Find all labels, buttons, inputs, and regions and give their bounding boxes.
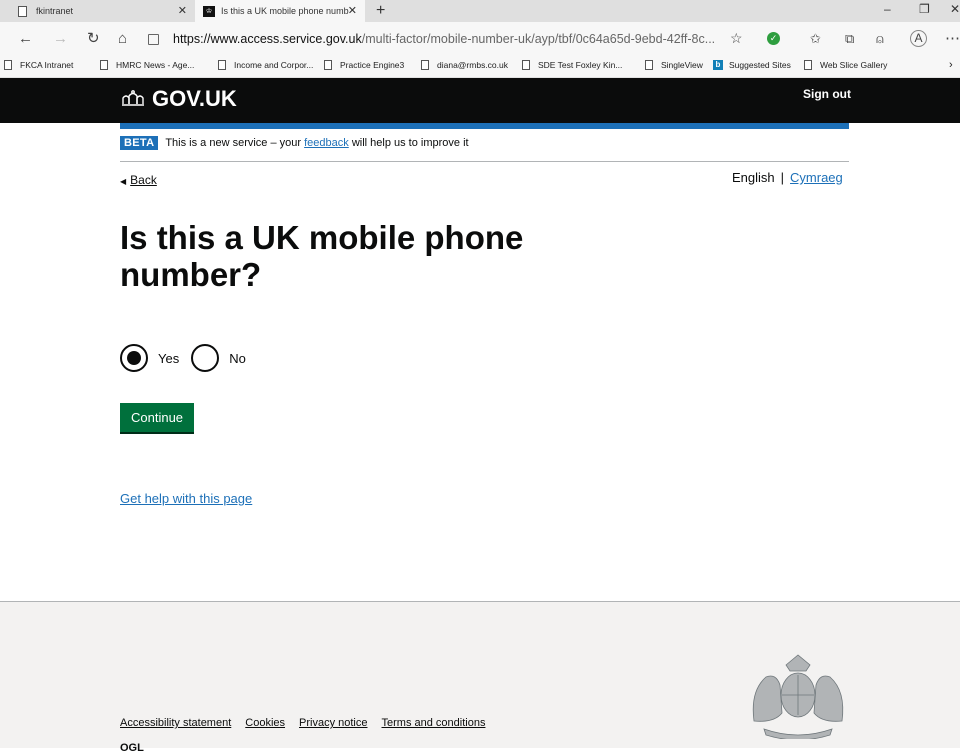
page-icon [522, 60, 530, 70]
back-arrow-icon[interactable]: ← [18, 31, 33, 46]
get-help-link[interactable]: Get help with this page [120, 491, 252, 506]
phase-banner: BETA This is a new service – your feedba… [120, 136, 849, 162]
language-cymraeg-link[interactable]: Cymraeg [790, 170, 843, 185]
minimize-icon[interactable]: – [884, 2, 891, 16]
favorite-item[interactable]: HMRC News - Age... [100, 60, 194, 70]
language-separator: | [780, 170, 785, 185]
browser-tab-bar: fkintranet ✕ ♔ Is this a UK mobile phone… [0, 0, 960, 22]
crown-icon [122, 90, 144, 106]
govuk-header: GOV.UK Sign out [0, 78, 960, 123]
beta-tag: BETA [120, 136, 159, 150]
page-icon [18, 5, 27, 17]
star-icon[interactable]: ☆ [730, 31, 743, 46]
language-english: English [732, 170, 775, 185]
url-path: /multi-factor/mobile-number-uk/ayp/tbf/0… [361, 32, 716, 46]
favorite-item[interactable]: Income and Corpor... [218, 60, 313, 70]
radio-yes-label[interactable]: Yes [158, 351, 179, 366]
profile-icon[interactable]: A [910, 30, 927, 47]
forward-arrow-icon[interactable]: → [53, 31, 68, 46]
browser-tab-active[interactable]: ♔ Is this a UK mobile phone numb ✕ [195, 0, 365, 22]
new-tab-icon[interactable]: + [376, 2, 385, 20]
feedback-link[interactable]: feedback [304, 137, 349, 149]
restore-icon[interactable]: ❐ [919, 2, 930, 16]
phase-banner-text: This is a new service – your feedback wi… [165, 137, 469, 149]
page-icon [324, 60, 332, 70]
radio-no[interactable]: No [191, 344, 246, 372]
tab-title: Is this a UK mobile phone numb [221, 6, 349, 16]
lock-icon [148, 33, 159, 45]
royal-coat-of-arms-icon [752, 654, 844, 739]
chevron-right-icon[interactable]: › [949, 59, 953, 71]
address-bar[interactable]: https://www.access.service.gov.uk/multi-… [148, 28, 778, 50]
favorite-item[interactable]: Practice Engine3 [324, 60, 404, 70]
close-tab-icon[interactable]: ✕ [178, 4, 187, 17]
shield-check-icon[interactable]: ✓ [767, 32, 780, 45]
page-icon [804, 60, 812, 70]
bing-icon: b [713, 60, 723, 70]
header-blue-bar [120, 123, 849, 129]
radio-group: Yes No [120, 344, 258, 372]
favorite-item[interactable]: diana@rmbs.co.uk [421, 60, 508, 70]
close-window-icon[interactable]: ✕ [950, 2, 960, 16]
logo-text: GOV.UK [152, 86, 237, 111]
favorite-item[interactable]: FKCA Intranet [4, 60, 73, 70]
browser-tab-fkintranet[interactable]: fkintranet ✕ [0, 0, 195, 22]
page-title: Is this a UK mobile phone number? [120, 219, 524, 293]
more-icon[interactable]: ⋯ [945, 31, 960, 46]
favorite-item[interactable]: SDE Test Foxley Kin... [522, 60, 622, 70]
radio-no-circle[interactable] [191, 344, 220, 372]
radio-yes-circle[interactable] [120, 344, 148, 372]
govuk-favicon-icon: ♔ [203, 5, 215, 17]
radio-selected-dot [127, 351, 141, 365]
collections-icon[interactable]: ⧉ [845, 31, 854, 46]
sign-out-link[interactable]: Sign out [803, 87, 851, 101]
radio-no-label[interactable]: No [229, 351, 246, 366]
url-host: https://www.access.service.gov.uk [173, 32, 362, 46]
accessibility-statement-link[interactable]: Accessibility statement [120, 717, 231, 729]
back-link[interactable]: ◀ Back [120, 173, 157, 187]
favorites-icon[interactable]: ✩ [810, 31, 821, 46]
close-tab-icon[interactable]: ✕ [348, 4, 357, 17]
page-icon [4, 60, 12, 70]
refresh-icon[interactable]: ↻ [87, 31, 100, 46]
favorites-bar: FKCA Intranet HMRC News - Age... Income … [0, 57, 960, 78]
page-icon [645, 60, 653, 70]
share-icon[interactable]: ⍝ [876, 31, 884, 46]
home-icon[interactable]: ⌂ [118, 31, 127, 46]
footer: Accessibility statement Cookies Privacy … [0, 601, 960, 752]
cookies-link[interactable]: Cookies [245, 717, 285, 729]
footer-links: Accessibility statement Cookies Privacy … [120, 717, 499, 729]
page-icon [421, 60, 429, 70]
privacy-notice-link[interactable]: Privacy notice [299, 717, 367, 729]
ogl-logo: OGL [120, 742, 144, 752]
terms-and-conditions-link[interactable]: Terms and conditions [382, 717, 486, 729]
favorite-item[interactable]: b Suggested Sites [713, 60, 791, 70]
radio-yes[interactable]: Yes [120, 344, 179, 372]
browser-nav-bar: ← → ↻ ⌂ https://www.access.service.gov.u… [0, 22, 960, 57]
favorite-item[interactable]: Web Slice Gallery [804, 60, 887, 70]
triangle-left-icon: ◀ [120, 177, 127, 186]
govuk-logo[interactable]: GOV.UK [120, 86, 237, 112]
tab-title: fkintranet [36, 6, 74, 16]
favorite-item[interactable]: SingleView [645, 60, 703, 70]
language-toggle: English | Cymraeg [732, 170, 843, 185]
continue-button[interactable]: Continue [120, 403, 195, 432]
page-icon [218, 60, 226, 70]
page-icon [100, 60, 108, 70]
